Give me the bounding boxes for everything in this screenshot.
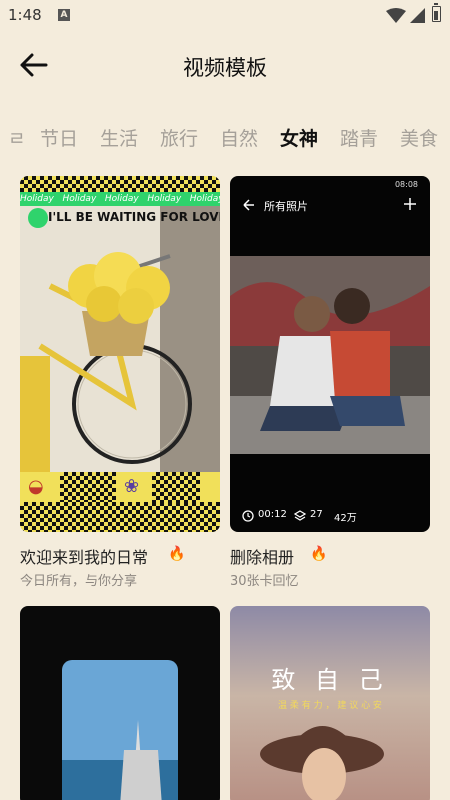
holiday-banner: Holiday Holiday Holiday Holiday Holiday [20,192,220,206]
layer-count: 27 [310,509,323,520]
overlay-subtitle: 温 柔 有 力 ， 建 议 心 安 [278,701,382,711]
card-title-delete-album: 删除相册 [230,548,295,567]
wifi-icon [386,8,406,23]
status-time: 1:48 [8,6,42,24]
template-card-to-myself[interactable]: 致 自 己 温 柔 有 力 ， 建 议 心 安 [230,606,430,800]
tab-festival[interactable]: 节日 [40,124,78,151]
friends-photo [230,256,430,454]
signal-icon [410,8,425,23]
bicycle-flowers-photo [20,206,220,472]
template-card-delete-album[interactable]: 08:08 所有照片 00:12 27 42万 [230,176,430,532]
watermelon-icon: ◒ [28,476,44,497]
album-label: 所有照片 [264,200,308,213]
card-title-daily: 欢迎来到我的日常 [20,548,149,567]
template-card-travel-frame[interactable] [20,606,220,800]
clock-icon [242,510,254,522]
fire-icon: 🔥 [310,546,328,562]
sticker-strip: ◒ ❀ [20,472,220,502]
tab-travel[interactable]: 旅行 [160,124,198,151]
phone-back-icon [243,199,254,211]
tab-goddess[interactable]: 女神 [280,124,318,151]
view-count: 42万 [334,513,357,524]
tab-outing[interactable]: 踏青 [340,124,378,151]
overlay-title: 致 自 己 [271,666,389,694]
template-card-daily[interactable]: Holiday Holiday Holiday Holiday Holiday … [20,176,220,532]
card-subtitle-daily: 今日所有，与你分享 [20,574,138,589]
top-bar: 视频模板 [0,40,450,90]
notification-a-icon: A [58,9,70,21]
tab-food[interactable]: 美食 [400,124,438,151]
overlay-caption: I'LL BE WAITING FOR LOVE [48,210,220,224]
tab-partial-left: ㄹ [8,128,26,150]
woman-hat-photo [260,726,384,800]
tab-life[interactable]: 生活 [100,124,138,151]
tab-nature[interactable]: 自然 [220,124,258,151]
duration: 00:12 [258,509,287,520]
status-bar: 1:48 A [0,0,450,32]
plus-icon [404,198,416,210]
phone-status-time: 08:08 [394,180,418,189]
category-tabs: ㄹ 节日 生活 旅行 自然 女神 踏青 美食 [0,120,450,156]
page-title: 视频模板 [183,56,267,80]
fire-icon: 🔥 [168,546,186,562]
grape-icon: ❀ [124,476,140,497]
battery-icon [432,3,441,22]
card-subtitle-delete-album: 30张卡回忆 [230,574,299,589]
layers-icon [294,510,306,521]
cathedral-photo [62,660,178,800]
